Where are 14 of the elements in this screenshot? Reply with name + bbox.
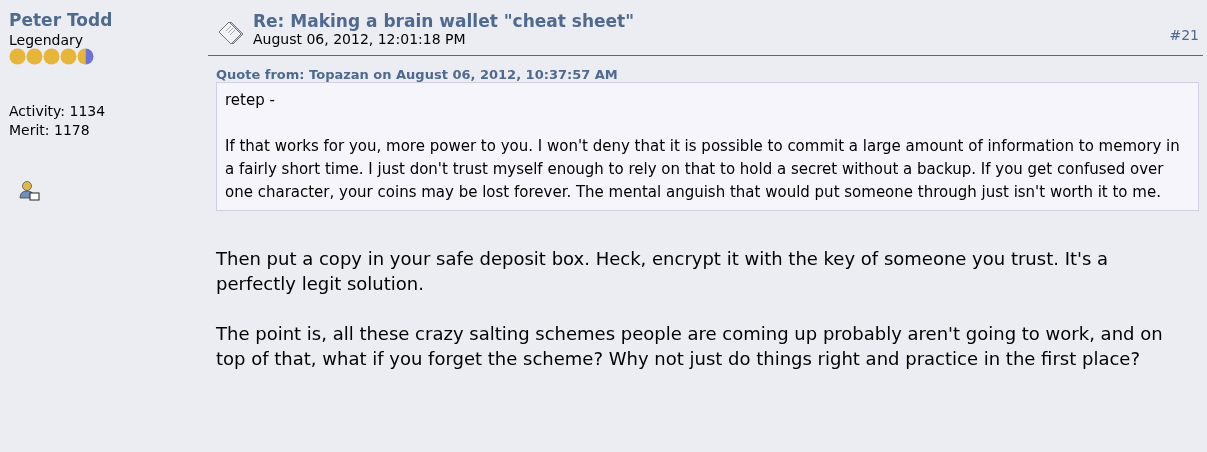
post-title[interactable]: Re: Making a brain wallet "cheat sheet" [253, 11, 1170, 31]
quote-text: If that works for you, more power to you. I won't deny that it is possible to commit a large amount of information to memory in a fairly short time. I just don't trust myself enough to rely on that to hold a secret without a backup. If you get confused over one character, your coins may be lost forever. The mental anguish that would put someone through just isn't worth it to me. [225, 136, 1181, 203]
post-text: The point is, all these crazy salting schemes people are coming up probably aren't going to work, and on top of that, what if you forget the scheme? Why not just do things right and practice in the first place? [216, 322, 1164, 371]
activity-count: Activity: 1134 [9, 102, 107, 121]
author-name[interactable]: Peter Todd [9, 10, 208, 30]
star-icon [77, 48, 94, 65]
rank-label: Legendary [9, 32, 85, 48]
post-number[interactable]: #21 [1169, 27, 1199, 43]
quote-header[interactable]: Quote from: Topazan on August 06, 2012, 10:37:57 AM [216, 67, 1203, 82]
post-text: Then put a copy in your safe deposit box. Heck, encrypt it with the key of someone you trust. It's a perfectly legit solution. [216, 247, 1110, 296]
quote-text: retep - [225, 90, 276, 111]
post-date: August 06, 2012, 12:01:18 PM [253, 31, 467, 47]
merit-count: Merit: 1178 [9, 121, 91, 140]
user-profile-icon[interactable] [18, 180, 40, 202]
